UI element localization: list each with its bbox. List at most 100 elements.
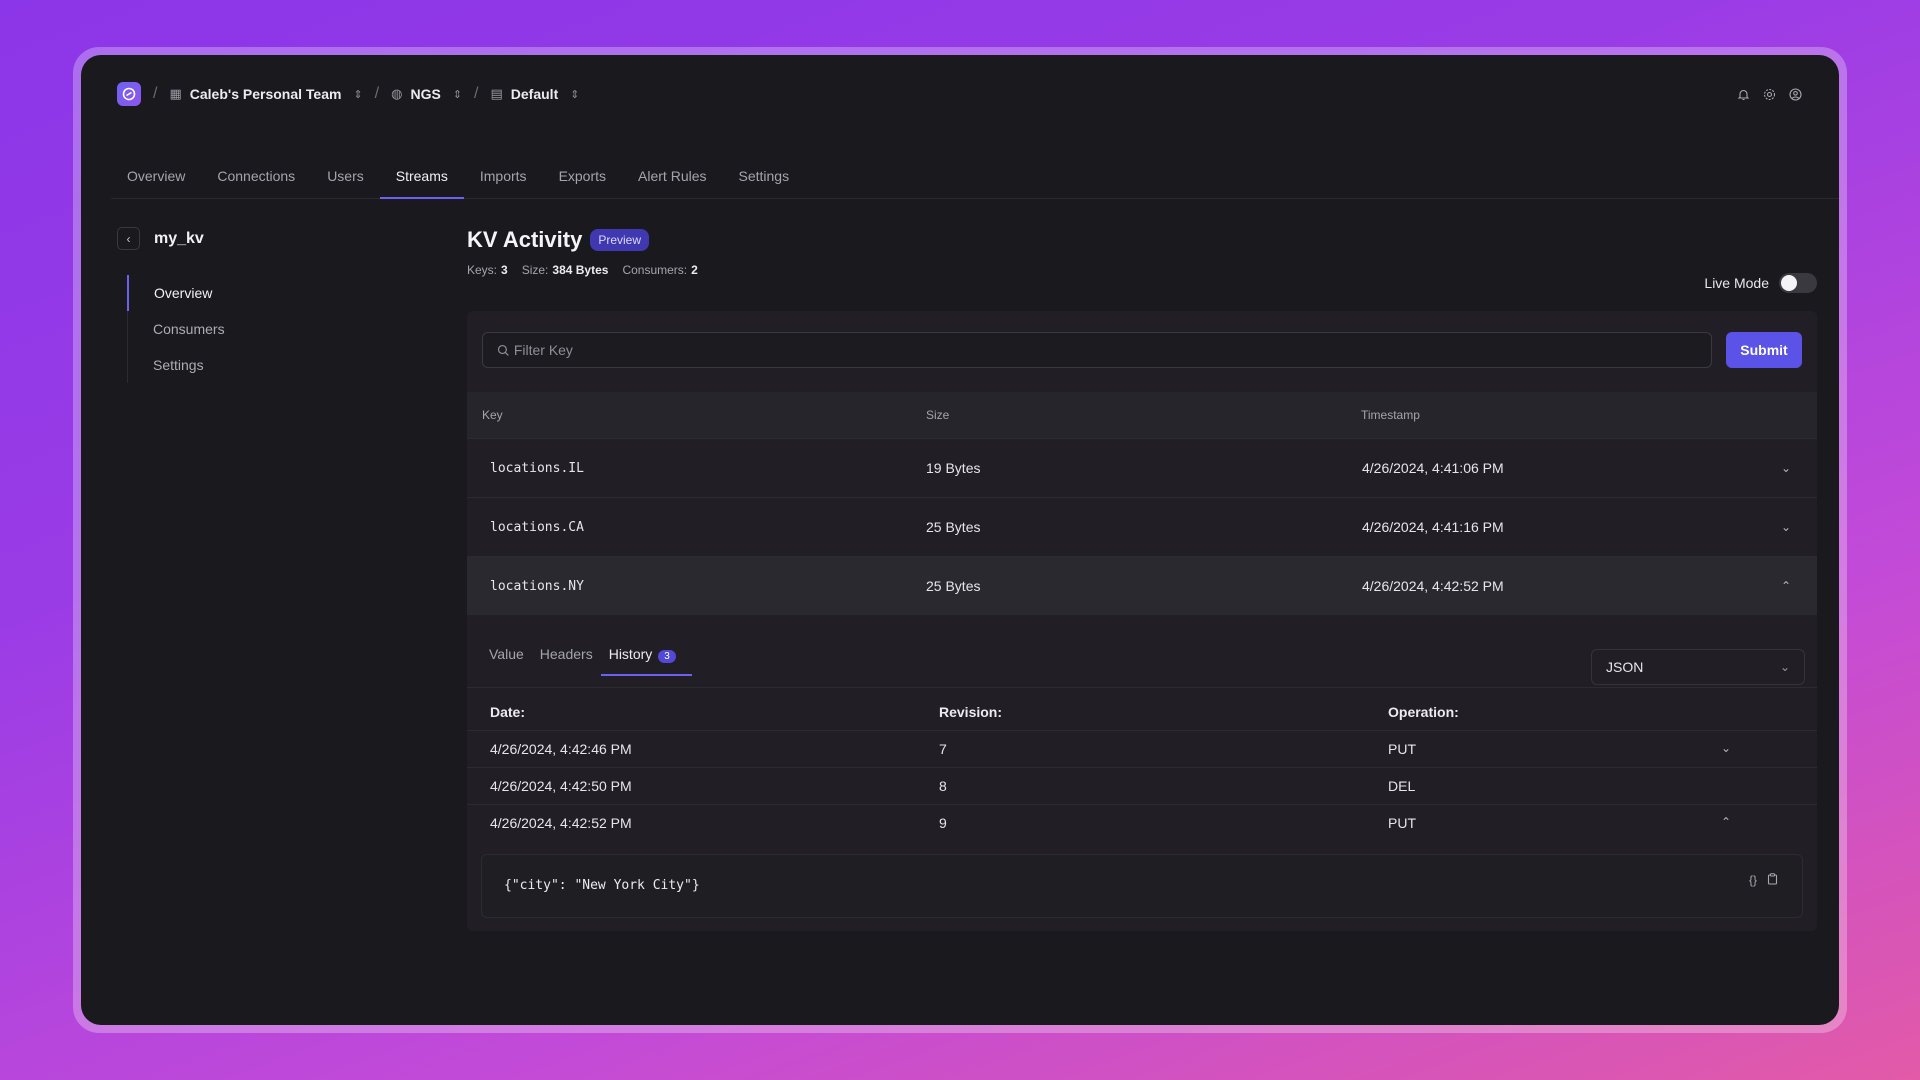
stat-keys-value: 3: [501, 263, 508, 277]
main-content: KV Activity Preview Keys: 3 Size: 384 Byte…: [467, 227, 1817, 931]
chevron-down-icon: ⌄: [1779, 660, 1790, 674]
row-size: 25 Bytes: [926, 519, 981, 535]
breadcrumb-team[interactable]: ▦ Caleb's Personal Team ⇕: [169, 86, 362, 102]
stat-consumers: Consumers: 2: [622, 263, 697, 277]
live-mode-toggle[interactable]: [1779, 273, 1817, 293]
sidebar-item-consumers[interactable]: Consumers: [128, 311, 437, 347]
value-actions: {}: [1749, 873, 1778, 888]
chevron-up-icon[interactable]: ⌃: [1781, 579, 1791, 593]
tab-connections[interactable]: Connections: [201, 161, 311, 199]
tab-settings[interactable]: Settings: [723, 161, 806, 199]
history-row[interactable]: 4/26/2024, 4:42:52 PM 9 PUT ⌃: [467, 804, 1817, 841]
app-window: / ▦ Caleb's Personal Team ⇕ / ◍ NGS ⇕ / …: [81, 55, 1839, 1025]
tab-headers[interactable]: Headers: [532, 646, 601, 676]
history-revision: 7: [939, 741, 947, 757]
row-timestamp: 4/26/2024, 4:41:16 PM: [1362, 519, 1504, 535]
stat-size-value: 384 Bytes: [552, 263, 609, 277]
divider: [467, 687, 1817, 688]
col-header-key: Key: [482, 408, 503, 422]
stat-keys-label: Keys:: [467, 263, 498, 277]
topbar: / ▦ Caleb's Personal Team ⇕ / ◍ NGS ⇕ / …: [81, 55, 1839, 133]
stat-consumers-value: 2: [691, 263, 698, 277]
page-title: KV Activity: [467, 227, 583, 252]
chevron-updown-icon: ⇕: [570, 88, 580, 101]
braces-icon[interactable]: {}: [1749, 873, 1757, 888]
breadcrumb-separator: /: [374, 85, 380, 102]
history-header: Date: Revision: Operation:: [467, 696, 1817, 730]
value-box: {"city": "New York City"} {}: [481, 854, 1803, 918]
submit-button[interactable]: Submit: [1726, 332, 1802, 368]
format-select[interactable]: JSON ⌄: [1591, 649, 1805, 685]
stat-consumers-label: Consumers:: [622, 263, 688, 277]
chevron-up-icon[interactable]: ⌃: [1721, 815, 1731, 829]
sidebar-item-settings[interactable]: Settings: [128, 347, 437, 383]
tab-exports[interactable]: Exports: [543, 161, 622, 199]
tab-users[interactable]: Users: [311, 161, 380, 199]
stat-keys: Keys: 3: [467, 263, 508, 277]
chevron-updown-icon: ⇕: [452, 88, 463, 101]
filter-field[interactable]: [482, 332, 1712, 368]
tab-overview[interactable]: Overview: [111, 161, 201, 199]
table-header: Key Size Timestamp: [467, 392, 1817, 438]
tab-alert-rules[interactable]: Alert Rules: [622, 161, 722, 199]
sidebar-header: ‹ my_kv: [117, 227, 437, 250]
breadcrumb-separator: /: [153, 85, 158, 102]
tab-value[interactable]: Value: [481, 646, 532, 676]
server-icon: ▤: [490, 86, 503, 101]
chevron-down-icon[interactable]: ⌄: [1721, 741, 1731, 755]
breadcrumb-account-label: Default: [510, 86, 559, 102]
history-row[interactable]: 4/26/2024, 4:42:50 PM 8 DEL: [467, 767, 1817, 804]
stat-size-label: Size:: [521, 263, 549, 277]
table-row[interactable]: locations.IL 19 Bytes 4/26/2024, 4:41:06…: [467, 438, 1817, 497]
chevron-down-icon[interactable]: ⌄: [1781, 461, 1791, 475]
back-button[interactable]: ‹: [117, 227, 140, 250]
breadcrumb-system[interactable]: ◍ NGS ⇕: [391, 86, 462, 102]
table-row[interactable]: locations.CA 25 Bytes 4/26/2024, 4:41:16…: [467, 497, 1817, 556]
col-header-timestamp: Timestamp: [1361, 408, 1420, 422]
row-key: locations.CA: [490, 519, 584, 535]
history-count-badge: 3: [658, 650, 676, 663]
breadcrumb-account[interactable]: ▤ Default ⇕: [490, 86, 579, 102]
tab-imports[interactable]: Imports: [464, 161, 543, 199]
history-row[interactable]: 4/26/2024, 4:42:46 PM 7 PUT ⌄: [467, 730, 1817, 767]
grid-icon: ▦: [169, 86, 182, 101]
history-operation: DEL: [1388, 778, 1416, 794]
col-header-size: Size: [926, 408, 950, 422]
sidebar-item-overview[interactable]: Overview: [127, 275, 437, 311]
sidebar: ‹ my_kv Overview Consumers Settings: [117, 227, 437, 383]
breadcrumb-team-label: Caleb's Personal Team: [189, 86, 342, 102]
bell-icon[interactable]: [1735, 86, 1751, 102]
user-icon[interactable]: [1787, 86, 1803, 102]
tab-streams[interactable]: Streams: [379, 161, 464, 199]
row-key: locations.NY: [490, 578, 584, 594]
format-select-value: JSON: [1606, 659, 1644, 675]
breadcrumb-system-label: NGS: [410, 86, 441, 102]
live-mode-label: Live Mode: [1704, 275, 1769, 291]
row-timestamp: 4/26/2024, 4:41:06 PM: [1362, 460, 1504, 476]
stat-size: Size: 384 Bytes: [522, 263, 609, 277]
history-col-date: Date:: [490, 704, 526, 720]
live-mode: Live Mode: [1704, 273, 1817, 293]
logo-icon: [122, 87, 136, 101]
row-key: locations.IL: [490, 460, 584, 476]
gear-icon[interactable]: [1761, 86, 1777, 102]
row-size: 19 Bytes: [926, 460, 981, 476]
page-header: KV Activity Preview: [467, 227, 1817, 253]
table-row-expanded[interactable]: locations.NY 25 Bytes 4/26/2024, 4:42:52…: [467, 556, 1817, 615]
filter-row: Submit: [482, 332, 1802, 368]
filter-key-input[interactable]: [513, 342, 1711, 358]
tab-history[interactable]: History 3: [600, 646, 692, 676]
history-date: 4/26/2024, 4:42:46 PM: [490, 741, 632, 757]
app-logo[interactable]: [117, 82, 141, 106]
window-frame: / ▦ Caleb's Personal Team ⇕ / ◍ NGS ⇕ / …: [73, 47, 1847, 1033]
value-json: {"city": "New York City"}: [504, 878, 700, 893]
globe-icon: ◍: [391, 86, 403, 101]
clipboard-icon[interactable]: [1767, 873, 1778, 888]
history-date: 4/26/2024, 4:42:50 PM: [490, 778, 632, 794]
top-icons: [1735, 86, 1803, 102]
history-col-revision: Revision:: [939, 704, 1003, 720]
row-detail: Value Headers History 3 JSON ⌄ Date: Revi…: [467, 626, 1817, 931]
history-operation: PUT: [1388, 741, 1416, 757]
chevron-down-icon[interactable]: ⌄: [1781, 520, 1791, 534]
main-tabs: Overview Connections Users Streams Impor…: [111, 161, 1839, 199]
